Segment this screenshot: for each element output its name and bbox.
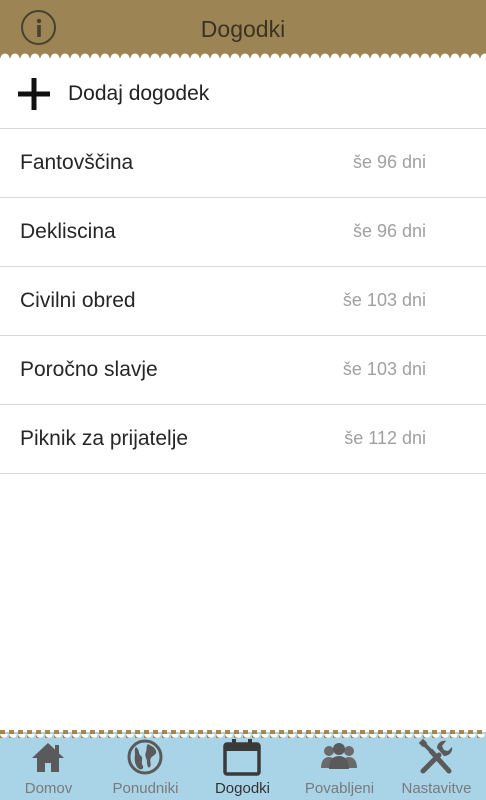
event-days-remaining: še 96 dni	[352, 152, 426, 172]
event-list: Fantovščina še 96 dni Dekliscina še 96 d…	[0, 129, 486, 474]
event-days-remaining: še 103 dni	[342, 359, 426, 379]
globe-icon	[127, 739, 163, 775]
nav-label: Dogodki	[214, 780, 271, 797]
event-name: Civilni obred	[20, 289, 136, 312]
event-row[interactable]: Fantovščina še 96 dni	[0, 129, 486, 198]
event-days-remaining: še 96 dni	[352, 221, 426, 241]
header-lace-border	[0, 50, 486, 60]
nav-tab-domov[interactable]: Domov	[0, 738, 97, 800]
nav-label: Domov	[24, 780, 73, 797]
event-name: Dekliscina	[20, 220, 116, 243]
event-days-remaining: še 103 dni	[342, 290, 426, 310]
people-icon	[321, 743, 357, 769]
event-row[interactable]: Civilni obred še 103 dni	[0, 267, 486, 336]
nav-label: Nastavitve	[401, 780, 472, 797]
add-event-label: Dodaj dogodek	[68, 82, 210, 105]
nav-label: Ponudniki	[112, 780, 179, 797]
event-row[interactable]: Piknik za prijatelje še 112 dni	[0, 405, 486, 474]
event-name: Piknik za prijatelje	[20, 427, 189, 450]
home-icon	[32, 743, 64, 772]
event-days-remaining: še 112 dni	[344, 428, 426, 448]
plus-icon	[18, 78, 50, 110]
event-row[interactable]: Poročno slavje še 103 dni	[0, 336, 486, 405]
nav-tab-ponudniki[interactable]: Ponudniki	[97, 738, 194, 800]
add-event-button[interactable]: Dodaj dogodek	[0, 60, 486, 129]
event-name: Poročno slavje	[20, 358, 158, 381]
tools-icon	[418, 738, 453, 774]
event-row[interactable]: Dekliscina še 96 dni	[0, 198, 486, 267]
page-title: Dogodki	[200, 16, 286, 42]
nav-label: Povabljeni	[304, 780, 375, 797]
nav-tab-nastavitve[interactable]: Nastavitve	[388, 738, 485, 800]
nav-tab-povabljeni[interactable]: Povabljeni	[291, 738, 388, 800]
nav-tab-dogodki[interactable]: Dogodki	[194, 738, 291, 800]
event-name: Fantovščina	[20, 151, 134, 174]
calendar-icon	[223, 739, 261, 776]
